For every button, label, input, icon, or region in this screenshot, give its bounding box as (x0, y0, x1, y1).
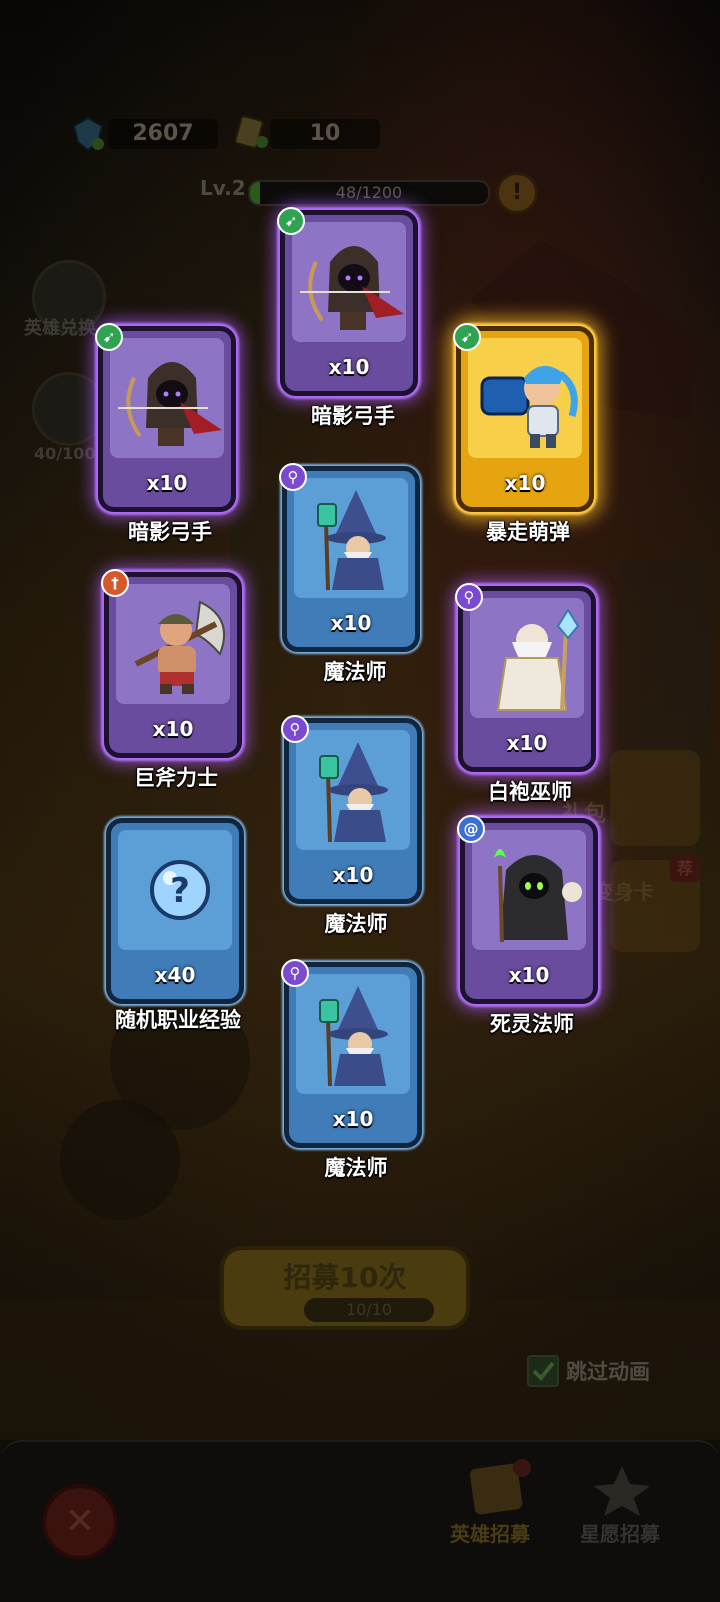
axe-warrior-icon (134, 600, 225, 694)
skip-animation-checkbox[interactable] (527, 1355, 559, 1387)
svg-text:?: ? (170, 871, 190, 911)
card-name: 魔法师 (323, 660, 387, 684)
sword-icon: † (101, 569, 129, 597)
item-portrait: ? (118, 830, 232, 950)
hero-card-giant-axeman[interactable]: x10 † (101, 569, 242, 758)
hero-portrait (294, 478, 408, 598)
card-name: 魔法师 (324, 1156, 388, 1180)
gem-count: 2607 (108, 119, 218, 149)
star-progress-label: 40/100 (34, 444, 96, 463)
hero-card-rampage-bomber[interactable]: x10 ➹ (453, 323, 594, 512)
level-progress-text: 48/1200 (335, 183, 403, 202)
card-name: 暴走萌弹 (486, 520, 570, 544)
card-name: 暗影弓手 (311, 404, 395, 428)
shadow-archer-icon (300, 246, 404, 330)
hero-card-mage-2[interactable]: x10 ⚲ (281, 715, 422, 904)
hero-card-shadow-archer-1[interactable]: x10 ➹ (277, 207, 418, 396)
mage-icon (317, 490, 386, 591)
staff-icon: ⚲ (281, 959, 309, 987)
rampage-bomber-icon (480, 365, 578, 448)
card-count: x40 (154, 963, 196, 987)
card-count: x10 (146, 471, 188, 495)
staff-icon: ⚲ (279, 463, 307, 491)
white-wizard-icon (496, 608, 580, 711)
level-progress-bar: 48/1200 (248, 180, 490, 206)
card-name: 死灵法师 (490, 1012, 574, 1036)
hero-portrait (468, 338, 582, 458)
recommend-badge: 荐 (670, 856, 700, 882)
card-count: x10 (330, 611, 372, 635)
hero-portrait (296, 730, 410, 850)
card-count: x10 (504, 471, 546, 495)
hero-card-mage-1[interactable]: x10 ⚲ (279, 463, 420, 652)
bow-icon: ➹ (95, 323, 123, 351)
necromancer-icon (494, 849, 582, 943)
hero-portrait (110, 338, 224, 458)
hero-portrait (116, 584, 230, 704)
bow-icon: ➹ (453, 323, 481, 351)
question-orb-icon: ? (150, 860, 210, 920)
recruit-10-label: 招募10次 (283, 1261, 407, 1294)
skip-animation-label: 跳过动画 (566, 1360, 650, 1384)
card-name: 随机职业经验 (115, 1008, 241, 1032)
card-name: 魔法师 (324, 912, 388, 936)
transform-card-label: 变身卡 (594, 880, 654, 904)
recruit-10-button[interactable]: 招募10次 10/10 (220, 1246, 470, 1330)
hero-card-mage-3[interactable]: x10 ⚲ (281, 959, 422, 1148)
hero-card-white-robe-wizard[interactable]: x10 ⚲ (455, 583, 596, 772)
tab-star-recruit[interactable]: 星愿招募 (580, 1518, 660, 1547)
hero-recruit-tab-icon (462, 1458, 532, 1518)
spiral-icon: @ (457, 815, 485, 843)
close-button[interactable]: ✕ (42, 1484, 118, 1560)
card-name: 巨斧力士 (134, 766, 218, 790)
star-recruit-tab-icon (590, 1462, 654, 1518)
hero-portrait (470, 598, 584, 718)
level-label: Lv.2 (200, 176, 246, 200)
shadow-archer-icon (118, 362, 222, 446)
hero-portrait (292, 222, 406, 342)
warning-icon[interactable]: ! (496, 172, 538, 214)
card-count: x10 (332, 1107, 374, 1131)
card-count: x10 (332, 863, 374, 887)
hero-portrait (472, 830, 586, 950)
ticket-icon (232, 112, 272, 149)
mage-icon (319, 986, 388, 1087)
card-count: x10 (506, 731, 548, 755)
recruit-ticket-count: 10/10 (304, 1298, 434, 1322)
hero-card-necromancer[interactable]: x10 @ (457, 815, 598, 1004)
gift-pack-button[interactable] (610, 750, 700, 846)
tab-hero-recruit[interactable]: 英雄招募 (450, 1518, 530, 1547)
card-name: 白袍巫师 (488, 780, 572, 804)
check-icon (532, 1361, 555, 1381)
staff-icon: ⚲ (281, 715, 309, 743)
card-name: 暗影弓手 (128, 520, 212, 544)
bow-icon: ➹ (277, 207, 305, 235)
hero-exchange-label: 英雄兑换 (24, 318, 96, 339)
card-count: x10 (328, 355, 370, 379)
card-count: x10 (508, 963, 550, 987)
hero-portrait (296, 974, 410, 1094)
card-count: x10 (152, 717, 194, 741)
staff-icon: ⚲ (455, 583, 483, 611)
star-icon[interactable] (32, 372, 106, 446)
hero-card-shadow-archer-2[interactable]: x10 ➹ (95, 323, 236, 512)
item-card-random-class-exp[interactable]: ? x40 (106, 818, 244, 1004)
ticket-count: 10 (270, 119, 380, 149)
gem-icon (68, 116, 108, 152)
mage-icon (319, 742, 388, 843)
